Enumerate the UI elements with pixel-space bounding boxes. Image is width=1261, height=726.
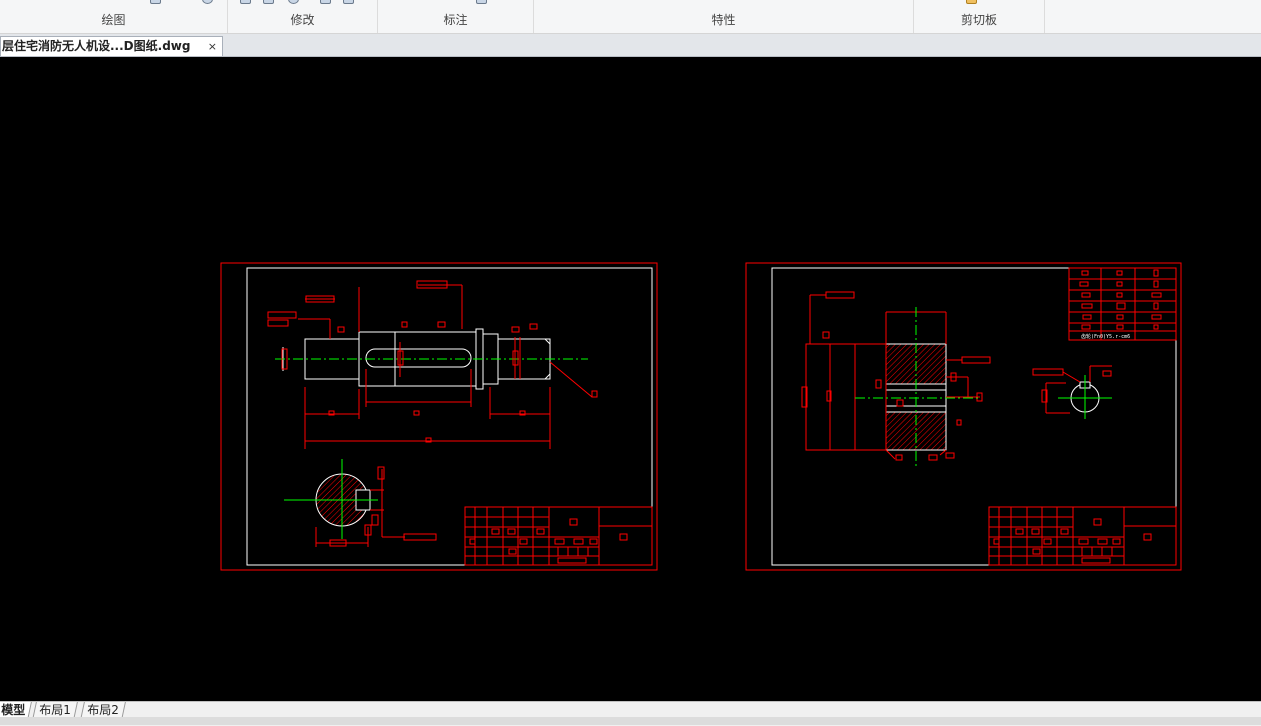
shaft-section-view <box>284 459 437 547</box>
gear-table-label: 齿轮(Fn0)Y5.r-cm6 <box>1081 333 1130 340</box>
draw-group-label: 绘图 <box>101 13 126 27</box>
modify-group-label: 修改 <box>290 13 315 27</box>
status-bar <box>0 717 1261 725</box>
document-tab-title: 层住宅消防无人机设...D图纸.dwg <box>2 39 191 53</box>
modify-group[interactable]: 修改 <box>228 0 378 33</box>
tab-layout1-label: 布局1 <box>39 703 71 717</box>
gear-title-block <box>988 506 1177 566</box>
annotate-group[interactable]: 标注 <box>378 0 534 33</box>
gear-main-view <box>801 291 991 469</box>
draw-group[interactable]: 绘图 <box>0 0 228 33</box>
cad-drawing: 齿轮(Fn0)Y5.r-cm6 <box>220 262 1182 571</box>
gear-hub-view <box>1032 365 1112 419</box>
clipboard-group-label: 剪切板 <box>960 13 997 27</box>
shaft-dimensions <box>267 280 598 449</box>
gear-parameter-table <box>1068 267 1177 341</box>
properties-group[interactable]: 特性 <box>534 0 914 33</box>
close-tab-icon[interactable]: × <box>208 37 217 56</box>
ribbon-toolbar: 绘图 修改 标注 特性 剪切板 <box>0 0 1261 34</box>
properties-group-label: 特性 <box>711 13 736 27</box>
drawing-canvas[interactable]: 齿轮(Fn0)Y5.r-cm6 <box>0 57 1261 701</box>
clipboard-group[interactable]: 剪切板 <box>914 0 1045 33</box>
tab-layout2-label: 布局2 <box>87 703 119 717</box>
sheet-gear: 齿轮(Fn0)Y5.r-cm6 <box>745 262 1182 571</box>
shaft-title-block <box>464 506 653 566</box>
annotate-group-label: 标注 <box>443 13 468 27</box>
document-tab[interactable]: 层住宅消防无人机设...D图纸.dwg × <box>0 36 223 56</box>
document-tab-bar: 层住宅消防无人机设...D图纸.dwg × <box>0 34 1261 57</box>
tab-model-label: 模型 <box>1 703 26 717</box>
sheet-shaft <box>220 262 658 571</box>
